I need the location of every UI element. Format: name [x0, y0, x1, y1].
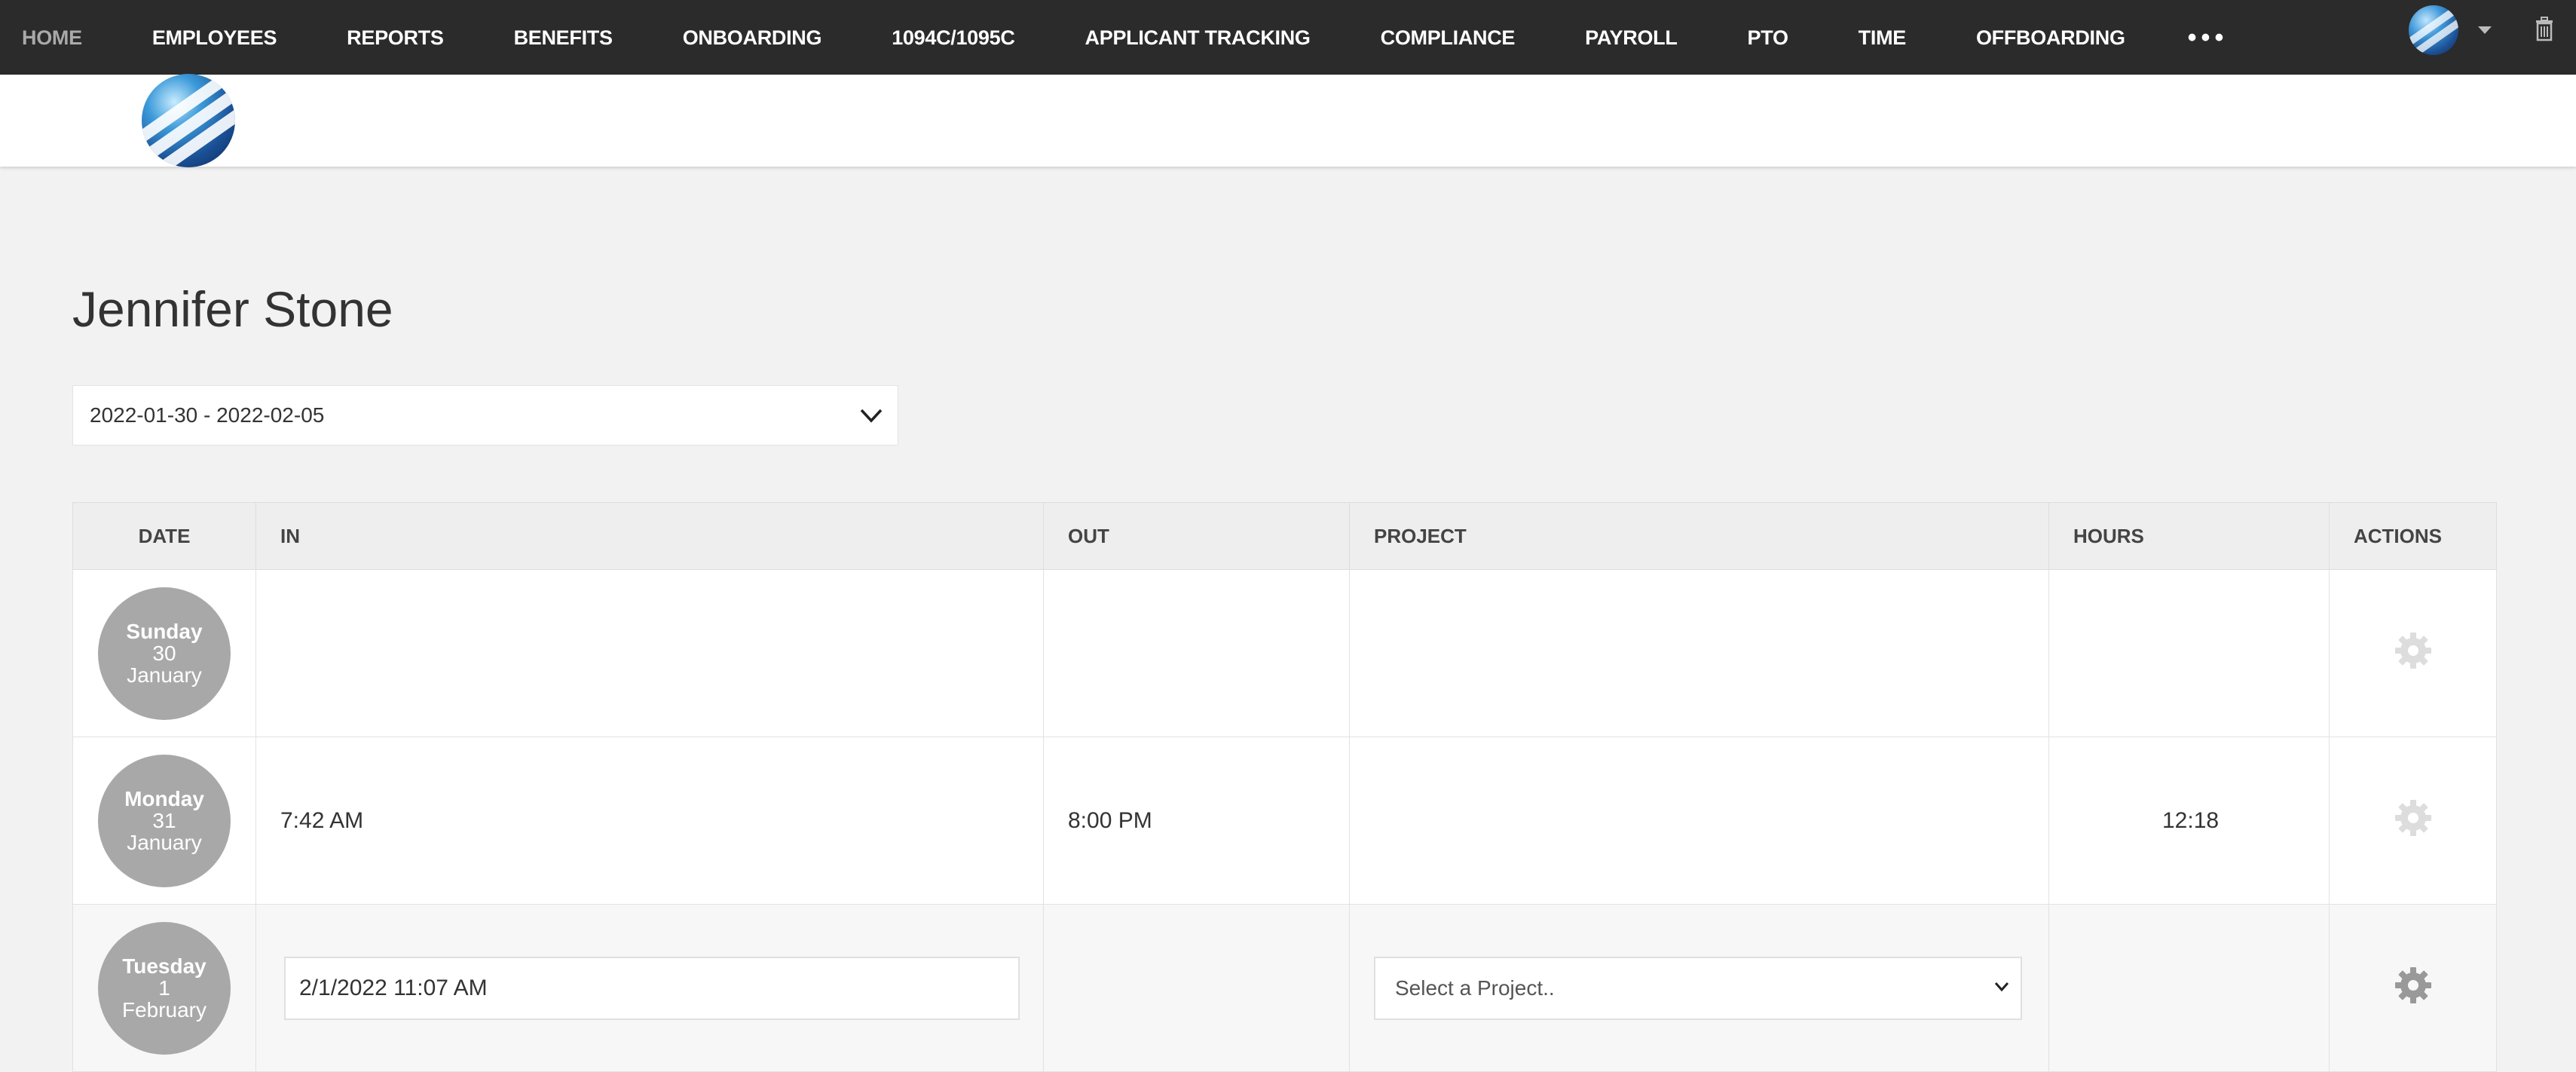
column-header-out: OUT	[1043, 502, 1350, 570]
nav-item-benefits[interactable]: BENEFITS	[514, 8, 613, 68]
gear-icon[interactable]	[2393, 630, 2434, 671]
trash-icon[interactable]	[2534, 15, 2555, 42]
date-cell: Tuesday 1 February	[72, 904, 256, 1072]
nav-item-pto[interactable]: PTO	[1748, 8, 1788, 68]
column-header-date: DATE	[72, 502, 256, 570]
out-cell: 8:00 PM	[1043, 737, 1350, 905]
project-cell	[1349, 569, 2049, 737]
table-row: Sunday 30 January	[72, 569, 2497, 737]
nav-item-time[interactable]: TIME	[1859, 8, 1907, 68]
more-menu-icon[interactable]: •••	[2188, 8, 2229, 68]
table-row-editing: Tuesday 1 February Select a Project..	[72, 904, 2497, 1072]
project-cell	[1349, 737, 2049, 905]
out-cell	[1043, 569, 1350, 737]
chevron-down-icon[interactable]	[2478, 26, 2492, 34]
day-of-week: Sunday	[126, 620, 203, 643]
actions-cell	[2329, 904, 2497, 1072]
table-header-row: DATE IN OUT PROJECT HOURS ACTIONS	[72, 502, 2497, 570]
column-header-actions: ACTIONS	[2329, 502, 2497, 570]
gear-icon[interactable]	[2393, 798, 2434, 838]
nav-item-payroll[interactable]: PAYROLL	[1585, 8, 1678, 68]
hours-cell	[2048, 904, 2330, 1072]
column-header-project: PROJECT	[1349, 502, 2049, 570]
date-badge: Monday 31 January	[98, 754, 231, 887]
company-logo[interactable]	[142, 74, 235, 167]
nav-item-reports[interactable]: REPORTS	[347, 8, 444, 68]
month-name: January	[127, 831, 202, 854]
chevron-down-icon	[1994, 982, 2009, 991]
column-header-hours: HOURS	[2048, 502, 2330, 570]
month-name: February	[121, 998, 207, 1021]
nav-item-applicant-tracking[interactable]: APPLICANT TRACKING	[1085, 8, 1311, 68]
month-name: January	[127, 663, 202, 687]
date-cell: Sunday 30 January	[72, 569, 256, 737]
page-title: Jennifer Stone	[72, 281, 393, 337]
avatar[interactable]	[2409, 5, 2458, 55]
week-range-select[interactable]: 2022-01-30 - 2022-02-05	[72, 385, 898, 446]
hours-cell	[2048, 569, 2330, 737]
in-cell: 7:42 AM	[255, 737, 1044, 905]
project-select[interactable]: Select a Project..	[1374, 956, 2022, 1020]
gear-icon[interactable]	[2393, 965, 2434, 1006]
nav-item-1094c-1095c[interactable]: 1094C/1095C	[892, 8, 1015, 68]
column-header-in: IN	[255, 502, 1044, 570]
actions-cell	[2329, 569, 2497, 737]
week-range-value: 2022-01-30 - 2022-02-05	[90, 403, 325, 427]
nav-item-employees[interactable]: EMPLOYEES	[152, 8, 277, 68]
in-cell	[255, 904, 1044, 1072]
date-cell: Monday 31 January	[72, 737, 256, 905]
nav-item-home[interactable]: HOME	[22, 8, 82, 68]
clock-in-input[interactable]	[284, 956, 1020, 1020]
nav-item-offboarding[interactable]: OFFBOARDING	[1976, 8, 2125, 68]
chevron-down-icon	[860, 409, 883, 423]
out-cell	[1043, 904, 1350, 1072]
top-nav: HOME EMPLOYEES REPORTS BENEFITS ONBOARDI…	[0, 0, 2576, 75]
actions-cell	[2329, 737, 2497, 905]
in-cell	[255, 569, 1044, 737]
day-number: 31	[152, 809, 176, 832]
day-of-week: Monday	[124, 787, 204, 810]
project-select-placeholder: Select a Project..	[1395, 976, 1555, 1000]
nav-item-onboarding[interactable]: ONBOARDING	[683, 8, 822, 68]
user-menu[interactable]	[2409, 3, 2492, 57]
day-of-week: Tuesday	[122, 954, 207, 978]
logo-bar	[0, 74, 2576, 167]
day-number: 1	[158, 976, 170, 1000]
table-row: Monday 31 January 7:42 AM 8:00 PM 12:18	[72, 737, 2497, 905]
project-cell: Select a Project..	[1349, 904, 2049, 1072]
date-badge: Sunday 30 January	[98, 587, 231, 720]
timesheet-table: DATE IN OUT PROJECT HOURS ACTIONS Sunday…	[72, 502, 2497, 1072]
day-number: 30	[152, 642, 176, 665]
nav-item-compliance[interactable]: COMPLIANCE	[1381, 8, 1516, 68]
nav-items: HOME EMPLOYEES REPORTS BENEFITS ONBOARDI…	[0, 0, 2228, 75]
date-badge: Tuesday 1 February	[98, 921, 231, 1055]
hours-cell: 12:18	[2048, 737, 2330, 905]
